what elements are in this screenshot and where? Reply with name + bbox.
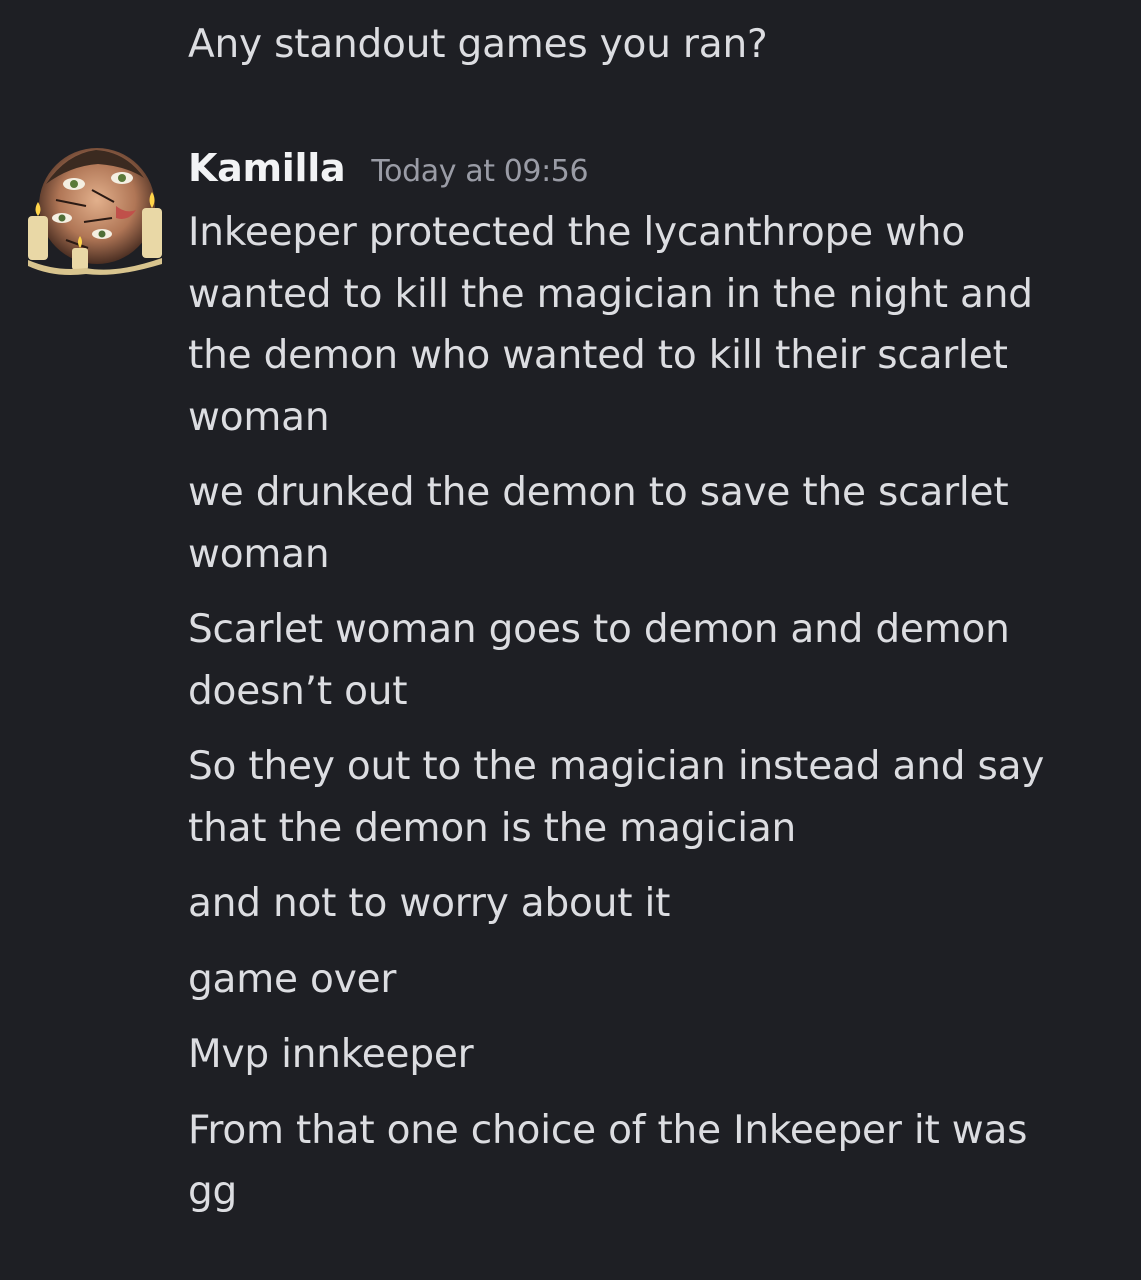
previous-message: Any standout games you ran? xyxy=(188,22,768,67)
timestamp[interactable]: Today at 09:56 xyxy=(371,144,588,200)
message-text: From that one choice of the Inkeeper it … xyxy=(188,1107,1028,1215)
message-text: we drunked the demon to save the scarlet… xyxy=(188,470,1009,577)
avatar[interactable] xyxy=(26,144,164,276)
message-text: Inkeeper protected the lycanthrope who w… xyxy=(188,210,1033,440)
message-text: So they out to the magician instead and … xyxy=(188,744,1045,851)
message-header: Kamilla Today at 09:56 xyxy=(188,140,589,196)
message-text: Scarlet woman goes to demon and demon do… xyxy=(188,607,1010,714)
username[interactable]: Kamilla xyxy=(188,140,346,196)
message-text: and not to worry about it xyxy=(188,881,671,926)
user-avatar-art-icon xyxy=(28,148,162,275)
message-text: game over xyxy=(188,956,397,1002)
message-list: Inkeeper protected the lycanthrope who w… xyxy=(188,202,1088,1237)
message-text: Mvp innkeeper xyxy=(188,1032,474,1077)
